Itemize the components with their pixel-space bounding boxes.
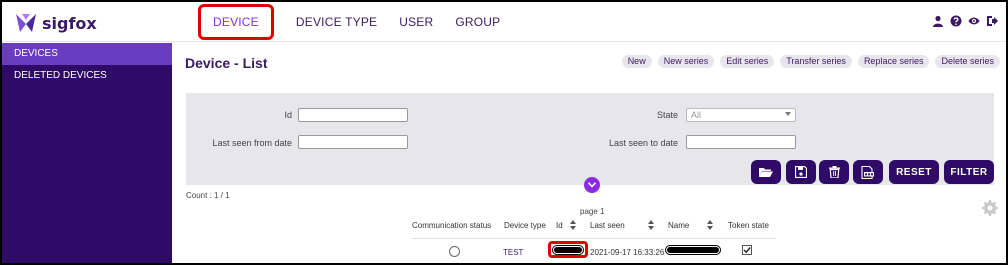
brand-logo[interactable]: sigfox: [14, 12, 97, 34]
chevron-down-icon: [785, 112, 791, 116]
nav-device-type[interactable]: DEVICE TYPE: [296, 15, 377, 29]
column-header-last-seen[interactable]: Last seen: [590, 221, 625, 230]
gear-icon[interactable]: [982, 200, 998, 216]
delete-series-button[interactable]: Delete series: [935, 55, 1000, 68]
help-icon[interactable]: [950, 15, 962, 27]
last-seen-to-label: Last seen to date: [608, 138, 678, 148]
column-header-name[interactable]: Name: [668, 221, 689, 230]
nav-group[interactable]: GROUP: [455, 15, 500, 29]
brand-name: sigfox: [42, 13, 97, 33]
sidebar: DEVICES DELETED DEVICES: [2, 43, 172, 263]
save-icon: [795, 166, 807, 178]
state-label: State: [656, 110, 678, 120]
sidebar-item-deleted-devices[interactable]: DELETED DEVICES: [2, 65, 172, 87]
page-indicator: page 1: [580, 207, 605, 216]
open-filter-button[interactable]: [751, 160, 781, 184]
csv-export-icon: [861, 165, 874, 179]
results-count: Count : 1 / 1: [186, 191, 230, 200]
redacted-name: [666, 246, 720, 254]
edit-series-button[interactable]: Edit series: [720, 55, 775, 68]
nav-device[interactable]: DEVICE: [198, 4, 274, 40]
nav-user[interactable]: USER: [399, 15, 433, 29]
reset-button[interactable]: RESET: [889, 160, 939, 184]
new-button[interactable]: New: [621, 55, 652, 68]
id-label: Id: [284, 110, 292, 120]
eye-icon[interactable]: [968, 15, 980, 27]
state-select[interactable]: All: [686, 108, 796, 122]
checkbox-checked-icon[interactable]: [742, 245, 752, 255]
column-header-id[interactable]: Id: [556, 221, 563, 230]
save-filter-button[interactable]: [786, 160, 816, 184]
device-type-link[interactable]: TEST: [503, 248, 523, 257]
sort-icon[interactable]: [570, 220, 576, 231]
column-header-device-type[interactable]: Device type: [504, 221, 546, 230]
main-content: Device - List New New series Edit series…: [172, 43, 1006, 263]
sidebar-item-devices[interactable]: DEVICES: [2, 43, 172, 65]
state-select-value: All: [691, 110, 702, 120]
filter-panel: Id Last seen from date State All Last se…: [186, 93, 994, 185]
export-csv-button[interactable]: [853, 160, 883, 184]
last-seen-from-label: Last seen from date: [212, 138, 292, 148]
transfer-series-button[interactable]: Transfer series: [780, 55, 852, 68]
trash-icon: [828, 166, 840, 178]
replace-series-button[interactable]: Replace series: [857, 55, 930, 68]
chevron-down-icon: [588, 182, 596, 188]
main-nav: DEVICE DEVICE TYPE USER GROUP: [198, 2, 522, 42]
logout-icon[interactable]: [986, 15, 998, 27]
column-header-token-state[interactable]: Token state: [728, 221, 769, 230]
last-seen-from-input[interactable]: [298, 135, 408, 149]
last-seen-value: 2021-09-17 16:33:26: [590, 248, 665, 257]
redacted-id: [553, 246, 583, 254]
sort-icon[interactable]: [648, 220, 654, 231]
id-input[interactable]: [298, 108, 408, 122]
action-bar: New New series Edit series Transfer seri…: [621, 55, 1000, 68]
sigfox-logo-icon: [16, 14, 36, 32]
header-icons: [932, 15, 998, 27]
delete-filter-button[interactable]: [819, 160, 849, 184]
communication-status-indicator: [449, 246, 460, 257]
collapse-filter-button[interactable]: [584, 177, 600, 193]
new-series-button[interactable]: New series: [657, 55, 715, 68]
top-header: sigfox DEVICE DEVICE TYPE USER GROUP: [2, 2, 1006, 42]
app-window: sigfox DEVICE DEVICE TYPE USER GROUP DEV…: [2, 2, 1006, 263]
user-icon[interactable]: [932, 15, 944, 27]
sort-icon[interactable]: [707, 220, 713, 231]
page-title: Device - List: [185, 55, 268, 71]
folder-open-icon: [759, 168, 773, 177]
header-divider: [412, 238, 776, 239]
column-header-communication-status[interactable]: Communication status: [412, 221, 491, 230]
last-seen-to-input[interactable]: [686, 135, 796, 149]
filter-button[interactable]: FILTER: [944, 160, 994, 184]
